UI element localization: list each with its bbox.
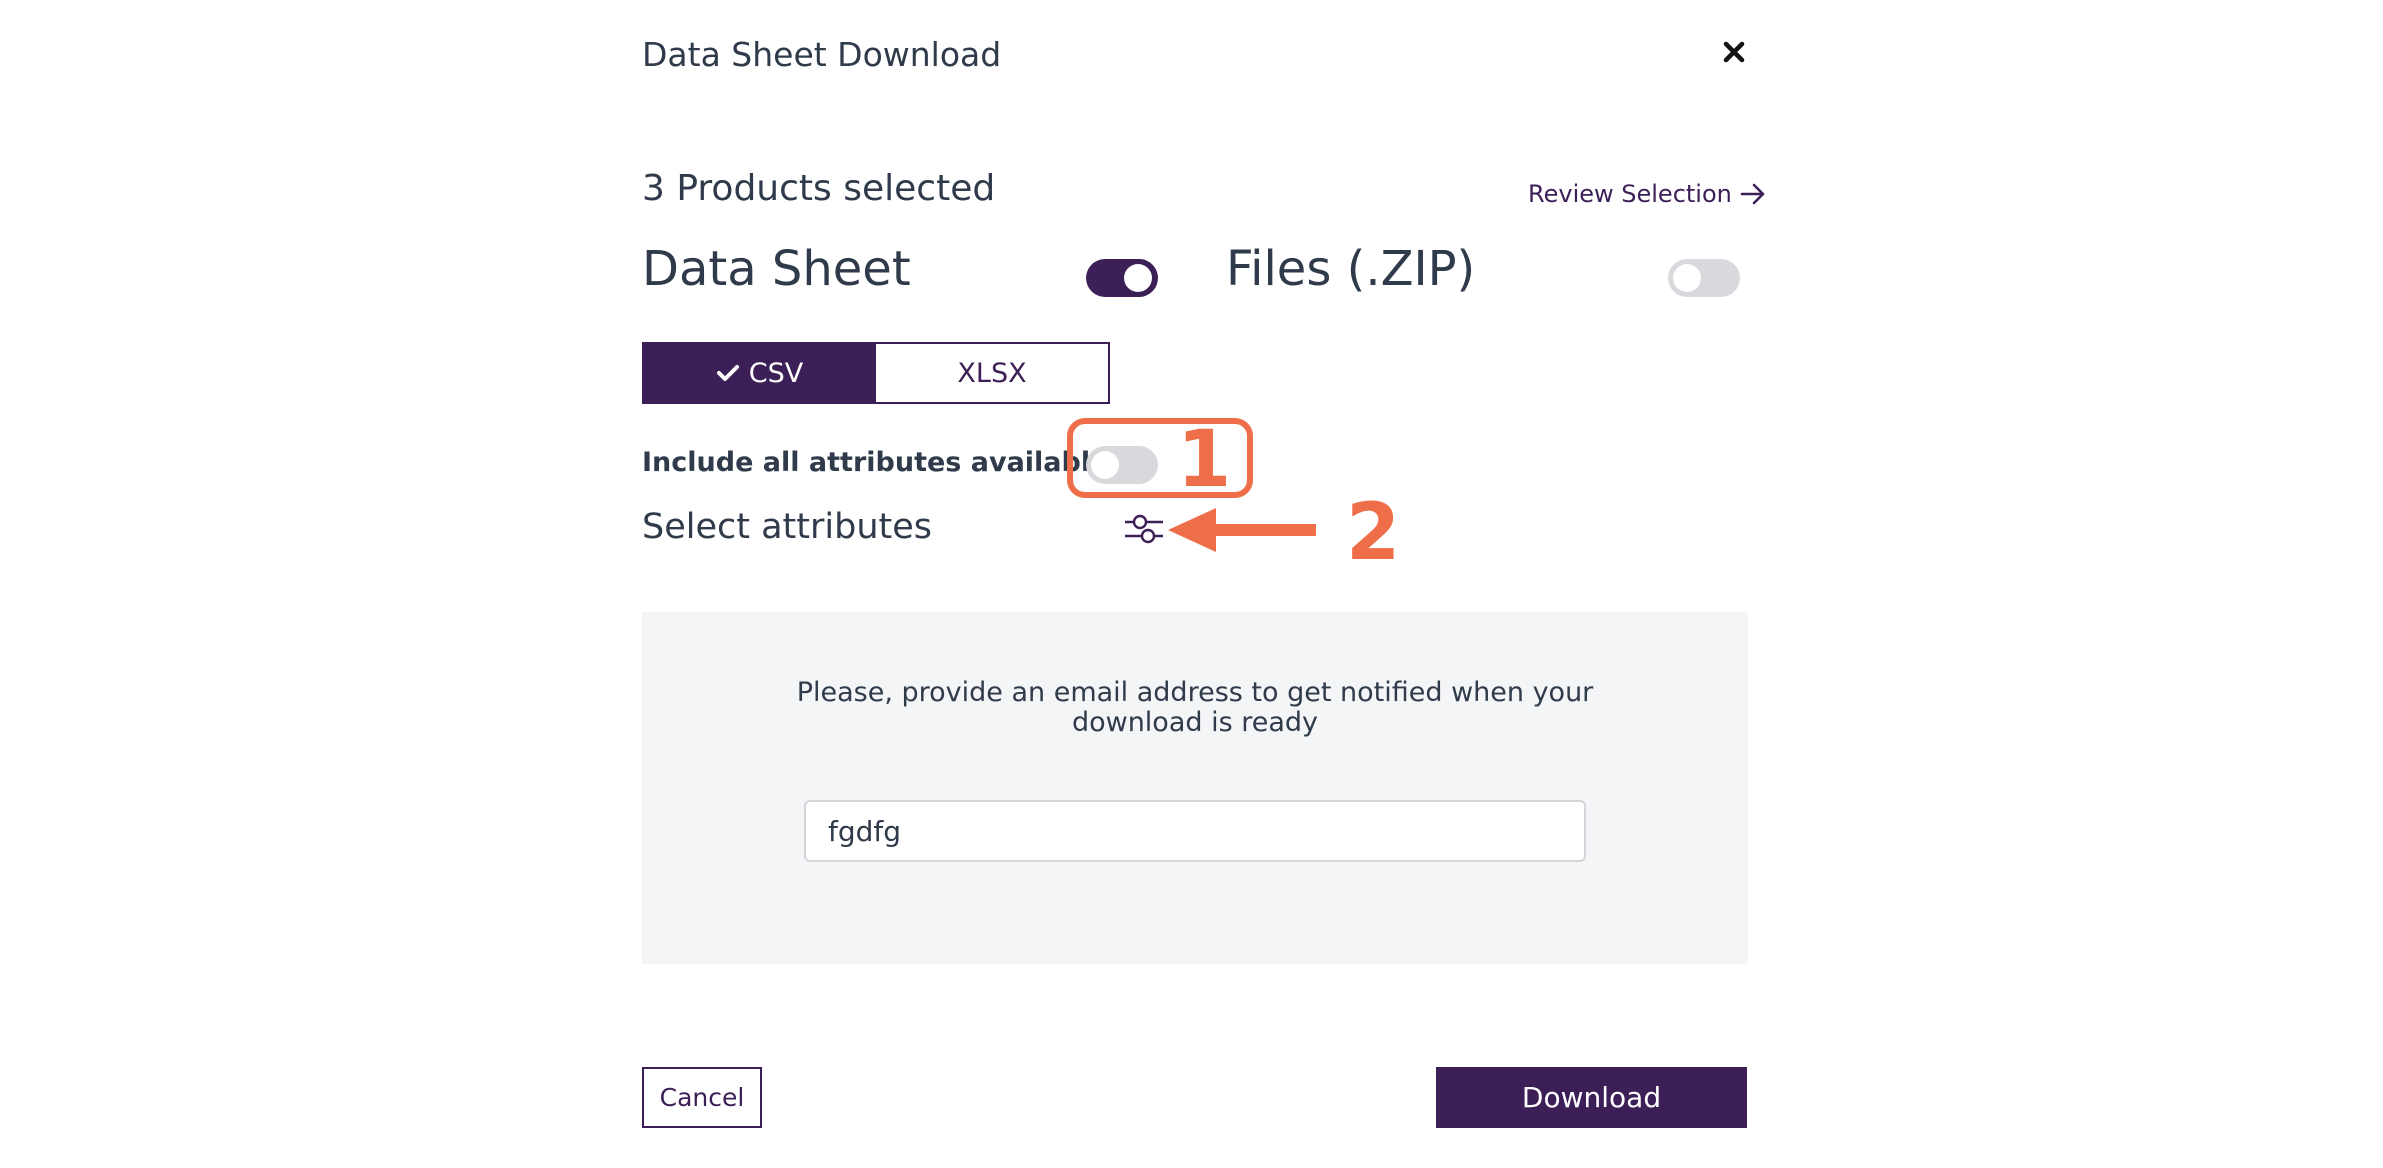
select-attributes-label: Select attributes xyxy=(642,507,932,547)
dialog-title: Data Sheet Download xyxy=(642,35,1002,74)
format-selector: CSV XLSX xyxy=(642,342,1110,404)
products-selected-count: 3 Products selected xyxy=(642,168,996,209)
toggle-knob xyxy=(1124,264,1152,292)
cancel-button[interactable]: Cancel xyxy=(642,1067,762,1128)
format-option-csv[interactable]: CSV xyxy=(644,344,876,402)
check-icon xyxy=(716,365,739,381)
select-attributes-button[interactable] xyxy=(1123,508,1165,550)
data-sheet-toggle[interactable] xyxy=(1086,259,1158,297)
annotation-marker-1: 1 xyxy=(1177,415,1232,505)
sliders-icon xyxy=(1125,514,1163,544)
annotation-arrow-icon xyxy=(1168,508,1316,552)
close-button[interactable] xyxy=(1714,32,1754,72)
files-zip-label: Files (.ZIP) xyxy=(1226,241,1476,297)
data-sheet-label: Data Sheet xyxy=(642,241,911,297)
email-field[interactable] xyxy=(804,800,1586,862)
format-option-label: XLSX xyxy=(957,357,1027,389)
email-notification-panel: Please, provide an email address to get … xyxy=(642,612,1748,964)
close-icon xyxy=(1723,41,1745,63)
format-option-xlsx[interactable]: XLSX xyxy=(876,344,1108,402)
email-message-line: Please, provide an email address to get … xyxy=(796,677,1594,708)
review-selection-label: Review Selection xyxy=(1528,180,1732,208)
download-dialog: Data Sheet Download 3 Products selected … xyxy=(0,0,2383,1168)
email-message-line: download is ready xyxy=(1071,707,1319,738)
format-option-label: CSV xyxy=(748,357,804,389)
email-notification-message: Please, provide an email address to get … xyxy=(642,678,1748,738)
annotation-marker-2: 2 xyxy=(1346,488,1401,578)
toggle-knob xyxy=(1673,264,1701,292)
review-selection-link[interactable]: Review Selection xyxy=(1528,176,1766,212)
files-zip-toggle[interactable] xyxy=(1668,259,1740,297)
download-button[interactable]: Download xyxy=(1436,1067,1747,1128)
include-all-attributes-label: Include all attributes available xyxy=(642,447,1109,478)
arrow-right-icon xyxy=(1740,183,1765,205)
